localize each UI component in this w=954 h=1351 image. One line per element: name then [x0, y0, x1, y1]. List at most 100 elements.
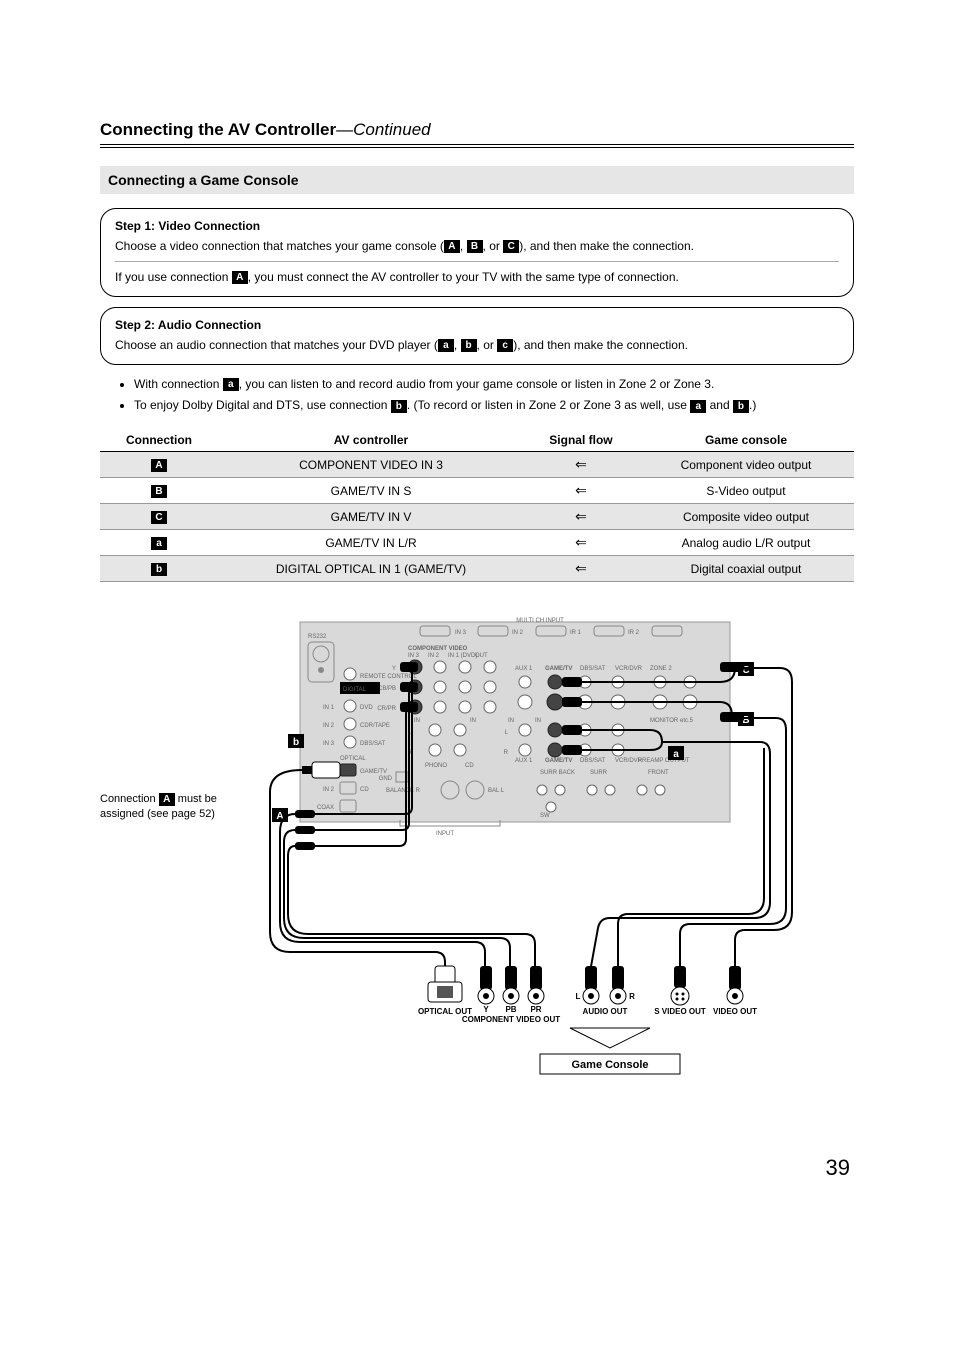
svg-text:DIGITAL: DIGITAL — [343, 687, 367, 693]
svg-text:DBS/SAT: DBS/SAT — [360, 741, 386, 747]
conn-badge: B — [151, 485, 167, 498]
diagram-left-caption: Connection A must be assigned (see page … — [100, 612, 240, 821]
cell-av: COMPONENT VIDEO IN 3 — [218, 452, 524, 478]
cell-flow: ⇐ — [524, 530, 638, 556]
badge-a: a — [438, 339, 454, 352]
page-title-main: Connecting the AV Controller — [100, 120, 336, 139]
svg-text:AUDIO OUT: AUDIO OUT — [583, 1007, 628, 1016]
badge-B: B — [467, 240, 483, 253]
page-title-row: Connecting the AV Controller—Continued — [100, 120, 854, 148]
svg-text:COMPONENT VIDEO: COMPONENT VIDEO — [408, 646, 468, 652]
svg-text:VCR/DVR: VCR/DVR — [615, 666, 643, 672]
badge-b: b — [461, 339, 477, 352]
svg-text:IN 2: IN 2 — [428, 653, 440, 659]
step2-box: Step 2: Audio Connection Choose an audio… — [100, 307, 854, 365]
svg-text:IR 1: IR 1 — [570, 630, 582, 636]
badge-c: c — [497, 339, 513, 352]
badge-b: b — [391, 400, 407, 413]
svg-text:CD: CD — [465, 763, 474, 769]
cell-flow: ⇐ — [524, 504, 638, 530]
svg-text:PR: PR — [530, 1005, 541, 1014]
step1-line1: Choose a video connection that matches y… — [115, 237, 839, 255]
cell-av: GAME/TV IN S — [218, 478, 524, 504]
conn-badge: b — [151, 563, 167, 576]
svg-text:COAX: COAX — [317, 805, 334, 811]
svg-text:b: b — [293, 737, 299, 748]
step1-line1-pre: Choose a video connection that matches y… — [115, 239, 444, 253]
cell-av: DIGITAL OPTICAL IN 1 (GAME/TV) — [218, 556, 524, 582]
note-text: To enjoy Dolby Digital and DTS, use conn… — [134, 398, 391, 412]
caption-text: Connection — [100, 793, 159, 805]
svg-text:etc.5: etc.5 — [680, 718, 694, 724]
svg-text:R: R — [504, 750, 509, 756]
table-row: ACOMPONENT VIDEO IN 3⇐Component video ou… — [100, 452, 854, 478]
step1-line2: If you use connection A, you must connec… — [115, 268, 839, 286]
svg-text:AUX 1: AUX 1 — [515, 666, 533, 672]
svg-text:VIDEO OUT: VIDEO OUT — [713, 1007, 757, 1016]
svg-text:ZONE 2: ZONE 2 — [650, 666, 672, 672]
connection-table: Connection AV controller Signal flow Gam… — [100, 429, 854, 582]
svg-text:INPUT: INPUT — [436, 831, 454, 837]
conn-badge: A — [151, 459, 167, 472]
cell-connection: b — [100, 556, 218, 582]
note-item: With connection a, you can listen to and… — [134, 375, 854, 394]
svg-text:PHONO: PHONO — [425, 763, 447, 769]
svg-text:DVD: DVD — [360, 705, 373, 711]
svg-text:IN: IN — [414, 718, 420, 724]
badge-A: A — [232, 271, 248, 284]
cell-av: GAME/TV IN V — [218, 504, 524, 530]
svg-text:IN 2: IN 2 — [323, 787, 335, 793]
th-connection: Connection — [100, 429, 218, 452]
cell-connection: a — [100, 530, 218, 556]
svg-text:OUT: OUT — [475, 653, 488, 659]
cell-connection: A — [100, 452, 218, 478]
svg-text:R: R — [629, 992, 635, 1001]
sep: , or — [483, 239, 504, 253]
svg-text:Game Console: Game Console — [571, 1059, 648, 1071]
svg-text:CD: CD — [360, 787, 369, 793]
badge-a: a — [690, 400, 706, 413]
svg-text:Y: Y — [483, 1005, 489, 1014]
svg-text:CB/PB: CB/PB — [378, 686, 396, 692]
page-number: 39 — [100, 1155, 854, 1181]
svg-text:MULTI CH INPUT: MULTI CH INPUT — [516, 618, 564, 624]
svg-text:IN 2: IN 2 — [512, 630, 524, 636]
conn-badge: a — [151, 537, 167, 550]
step2-line1-pre: Choose an audio connection that matches … — [115, 338, 438, 352]
badge-A: A — [444, 240, 460, 253]
badge-C: C — [503, 240, 519, 253]
svg-text:REMOTE CONTROL: REMOTE CONTROL — [360, 674, 417, 680]
notes-list: With connection a , you can listen to and… — [100, 375, 854, 415]
th-gc: Game console — [638, 429, 854, 452]
cell-flow: ⇐ — [524, 556, 638, 582]
note-text: and — [706, 398, 733, 412]
table-row: bDIGITAL OPTICAL IN 1 (GAME/TV)⇐Digital … — [100, 556, 854, 582]
note-text: , you can listen to and record audio fro… — [239, 377, 715, 391]
svg-text:OPTICAL: OPTICAL — [340, 756, 366, 762]
svg-text:AUX 1: AUX 1 — [515, 758, 533, 764]
cell-gc: Analog audio L/R output — [638, 530, 854, 556]
sep: , or — [477, 338, 498, 352]
svg-text:CDR/TAPE: CDR/TAPE — [360, 723, 390, 729]
wiring-diagram: Connection A must be assigned (see page … — [100, 612, 854, 1095]
badge-A: A — [159, 793, 175, 806]
step2-title: Step 2: Audio Connection — [115, 316, 839, 334]
svg-text:GAME/TV: GAME/TV — [360, 769, 387, 775]
step1-line1-post: ), and then make the connection. — [519, 239, 694, 253]
svg-text:IN: IN — [508, 718, 514, 724]
note-item: To enjoy Dolby Digital and DTS, use conn… — [134, 396, 854, 415]
svg-text:IN: IN — [535, 718, 541, 724]
svg-text:BAL L: BAL L — [488, 788, 505, 794]
table-row: B GAME/TV IN S⇐S-Video output — [100, 478, 854, 504]
cell-gc: S-Video output — [638, 478, 854, 504]
table-row: CGAME/TV IN V⇐Composite video output — [100, 504, 854, 530]
step1-title: Step 1: Video Connection — [115, 217, 839, 235]
svg-text:a: a — [673, 749, 679, 760]
svg-text:PB: PB — [505, 1005, 516, 1014]
note-text: With connection — [134, 377, 223, 391]
cell-flow: ⇐ — [524, 478, 638, 504]
table-row: aGAME/TV IN L/R⇐Analog audio L/R output — [100, 530, 854, 556]
svg-text:GAME/TV: GAME/TV — [545, 758, 572, 764]
svg-text:RS232: RS232 — [308, 634, 327, 640]
cell-connection: B — [100, 478, 218, 504]
